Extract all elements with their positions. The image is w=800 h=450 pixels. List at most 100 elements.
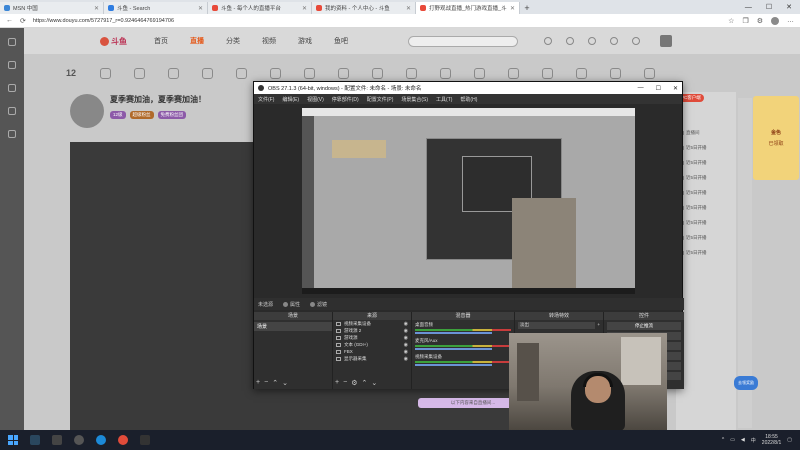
tab-douyu-home[interactable]: 斗鱼 - 每个人的直播平台 ✕ — [208, 2, 312, 14]
nav-game[interactable]: 游戏 — [298, 36, 312, 46]
reward-float-button[interactable]: 去领奖励 — [734, 376, 758, 390]
visibility-icon[interactable]: ◉ — [404, 335, 408, 341]
menu-tools[interactable]: 工具(T) — [436, 96, 452, 103]
close-tab-icon[interactable]: ✕ — [94, 5, 99, 12]
menu-profile[interactable]: 配置文件(P) — [367, 96, 394, 103]
minimize-icon[interactable]: — — [638, 85, 644, 92]
source-item[interactable]: FBX ◉ — [333, 348, 411, 355]
nav-home[interactable]: 首页 — [154, 36, 168, 46]
visibility-icon[interactable]: ◉ — [404, 356, 408, 362]
menu-docks[interactable]: 停靠部件(D) — [332, 96, 359, 103]
volume-slider[interactable] — [415, 332, 492, 334]
promo-card[interactable]: 金色 已领取 — [753, 96, 799, 180]
extensions-icon[interactable]: ⚙ — [757, 17, 763, 25]
nav-yuba[interactable]: 鱼吧 — [334, 36, 348, 46]
up-icon[interactable]: ⌃ — [361, 379, 367, 387]
menu-file[interactable]: 文件(F) — [258, 96, 274, 103]
volume-icon[interactable]: ◀ — [741, 437, 745, 443]
down-icon[interactable]: ⌄ — [371, 379, 377, 387]
douyu-icon[interactable] — [118, 435, 128, 445]
visibility-icon[interactable]: ◉ — [404, 342, 408, 348]
more-icon[interactable]: … — [787, 17, 794, 25]
tab-profile[interactable]: 我的资料 - 个人中心 - 斗鱼 ✕ — [312, 2, 416, 14]
source-item[interactable]: 视频采集设备 ◉ — [333, 320, 411, 327]
close-window-icon[interactable]: ✕ — [786, 3, 792, 11]
menu-view[interactable]: 视图(V) — [307, 96, 324, 103]
file-explorer-icon[interactable] — [52, 435, 62, 445]
nav-video[interactable]: 视频 — [262, 36, 276, 46]
list-item[interactable]: 近5日开播 — [680, 220, 736, 226]
visibility-icon[interactable]: ◉ — [404, 349, 408, 355]
minimize-icon[interactable]: — — [745, 4, 752, 11]
tool-3[interactable] — [162, 68, 184, 88]
notification-icon[interactable]: ▢ — [787, 437, 792, 443]
url-field[interactable]: https://www.douyu.com/5727917_r=0.924646… — [32, 17, 633, 24]
steam-client-icon[interactable] — [140, 435, 150, 445]
list-item[interactable]: 近5日开播 — [680, 190, 736, 196]
visibility-icon[interactable]: ◉ — [404, 328, 408, 334]
filters-button[interactable]: 滤镜 — [310, 301, 327, 308]
menu-scene-collection[interactable]: 场景集合(S) — [401, 96, 428, 103]
list-item[interactable]: 直播间 — [680, 130, 736, 136]
close-tab-icon[interactable]: ✕ — [510, 5, 515, 12]
maximize-icon[interactable]: ☐ — [656, 85, 661, 92]
source-item[interactable]: 游戏源 ◉ — [333, 334, 411, 341]
maximize-icon[interactable]: ☐ — [766, 3, 772, 11]
list-item[interactable]: 近5日开播 — [680, 250, 736, 256]
gear-icon[interactable]: ⚙ — [351, 379, 357, 387]
source-item[interactable]: 游戏源 2 ◉ — [333, 327, 411, 334]
rail-game[interactable] — [8, 107, 16, 115]
list-item[interactable]: 近5日开播 — [680, 145, 736, 151]
add-icon[interactable]: + — [597, 322, 600, 329]
close-tab-icon[interactable]: ✕ — [302, 5, 307, 12]
list-item[interactable]: 近5日开播 — [680, 175, 736, 181]
tool-5[interactable] — [230, 68, 252, 88]
site-logo[interactable]: 斗鱼 — [100, 35, 136, 47]
nav-category[interactable]: 分类 — [226, 36, 240, 46]
obs-icon[interactable] — [74, 435, 84, 445]
add-icon[interactable]: + — [256, 379, 260, 387]
tray-up-icon[interactable]: ^ — [722, 437, 724, 443]
input-language[interactable]: 中 — [751, 437, 756, 444]
tag-fans[interactable]: 超级粉丝 — [129, 111, 154, 119]
list-item[interactable]: 近5日开播 — [680, 235, 736, 241]
refresh-icon[interactable]: ⟳ — [20, 17, 26, 25]
nav-live[interactable]: 直播 — [190, 36, 204, 46]
source-item[interactable]: 显示器采集 ◉ — [333, 355, 411, 362]
close-icon[interactable]: ✕ — [673, 85, 678, 92]
streamer-avatar[interactable] — [70, 94, 104, 128]
steam-icon[interactable] — [30, 435, 40, 445]
star-icon[interactable]: ☆ — [728, 17, 734, 25]
network-icon[interactable]: ▭ — [730, 437, 735, 443]
tool-4[interactable] — [196, 68, 218, 88]
header-icon-follow[interactable] — [566, 37, 574, 45]
tab-live-room[interactable]: 打野观战直播_热门游戏直播_斗鱼...✕ — [416, 2, 520, 14]
header-icon-message[interactable] — [588, 37, 596, 45]
rail-live[interactable] — [8, 61, 16, 69]
up-icon[interactable]: ⌃ — [272, 379, 278, 387]
menu-edit[interactable]: 编辑(E) — [282, 96, 299, 103]
properties-button[interactable]: 属性 — [283, 301, 300, 308]
tool-1[interactable] — [94, 68, 116, 88]
user-avatar[interactable] — [660, 35, 672, 47]
list-item[interactable]: 近5日开播 — [680, 160, 736, 166]
header-icon-history[interactable] — [544, 37, 552, 45]
scene-item[interactable]: 场景 — [254, 322, 332, 331]
back-icon[interactable]: ← — [6, 17, 13, 24]
edge-icon[interactable] — [96, 435, 106, 445]
tab-msn[interactable]: MSN 中国 ✕ — [0, 2, 104, 14]
profile-avatar[interactable] — [771, 16, 779, 25]
collections-icon[interactable]: ❐ — [742, 17, 748, 25]
transition-select[interactable]: 淡出 + — [515, 320, 603, 331]
down-icon[interactable]: ⌄ — [282, 379, 288, 387]
rail-home[interactable] — [8, 38, 16, 46]
volume-slider[interactable] — [415, 364, 492, 366]
remove-icon[interactable]: − — [264, 379, 268, 387]
new-tab-button[interactable]: + — [520, 2, 534, 14]
list-item[interactable]: 近5日开播 — [680, 205, 736, 211]
tab-search[interactable]: 斗鱼 - Search ✕ — [104, 2, 208, 14]
close-tab-icon[interactable]: ✕ — [198, 5, 203, 12]
menu-help[interactable]: 帮助(H) — [460, 96, 477, 103]
header-icon-download[interactable] — [632, 37, 640, 45]
taskbar-clock[interactable]: 18:55 2022/8/1 — [762, 434, 781, 446]
